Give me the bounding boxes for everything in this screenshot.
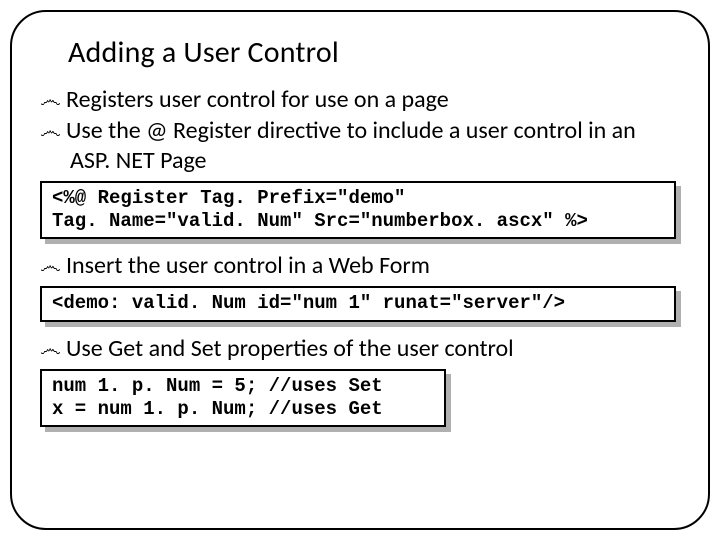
bullet-item-3: ෴Insert the user control in a Web Form [40, 251, 680, 280]
bullet-list: ෴Registers user control for use on a pag… [40, 85, 680, 427]
bullet-glyph: ෴ [40, 87, 66, 114]
bullet-glyph: ෴ [40, 118, 66, 145]
bullet-item-1: ෴Registers user control for use on a pag… [40, 85, 680, 114]
bullet-text: Insert the user control in a Web Form [66, 251, 430, 280]
code-text: <demo: valid. Num id="num 1" runat="serv… [40, 286, 676, 321]
code-text: <%@ Register Tag. Prefix="demo" Tag. Nam… [40, 181, 676, 239]
code-block-3: num 1. p. Num = 5; //uses Set x = num 1.… [40, 369, 446, 427]
code-block-2: <demo: valid. Num id="num 1" runat="serv… [40, 286, 676, 321]
bullet-text: Use Get and Set properties of the user c… [66, 334, 514, 363]
code-block-1: <%@ Register Tag. Prefix="demo" Tag. Nam… [40, 181, 676, 239]
slide-title: Adding a User Control [68, 34, 680, 71]
code-block-3-wrap: num 1. p. Num = 5; //uses Set x = num 1.… [40, 369, 680, 427]
code-text: num 1. p. Num = 5; //uses Set x = num 1.… [40, 369, 446, 427]
bullet-glyph: ෴ [40, 336, 66, 363]
bullet-text: Registers user control for use on a page [66, 85, 449, 114]
slide-frame: Adding a User Control ෴Registers user co… [10, 10, 710, 530]
bullet-item-4: ෴Use Get and Set properties of the user … [40, 334, 680, 363]
bullet-glyph: ෴ [40, 253, 66, 280]
code-block-2-wrap: <demo: valid. Num id="num 1" runat="serv… [40, 286, 680, 321]
code-block-1-wrap: <%@ Register Tag. Prefix="demo" Tag. Nam… [40, 181, 680, 239]
bullet-text: Use the @ Register directive to include … [66, 116, 636, 174]
bullet-item-2: ෴Use the @ Register directive to include… [40, 116, 680, 175]
